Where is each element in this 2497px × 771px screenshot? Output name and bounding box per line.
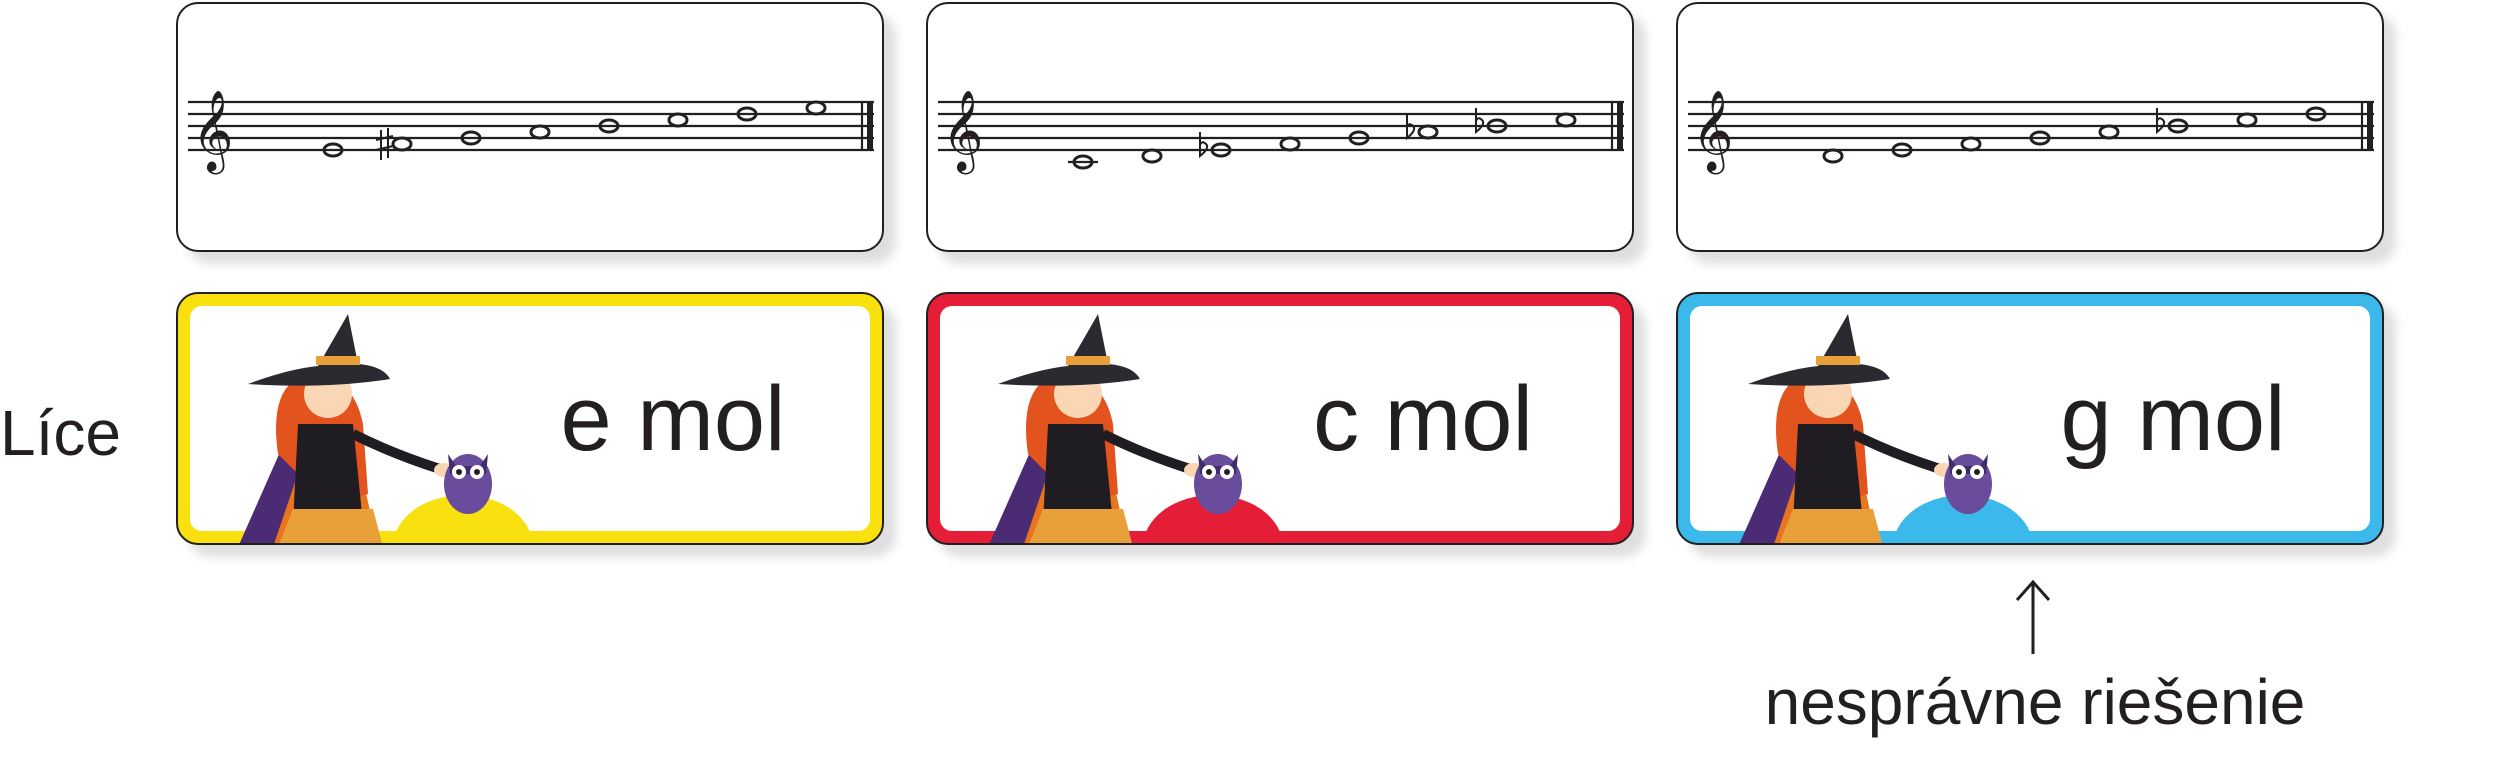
- key-card-g-mol[interactable]: g mol: [1676, 292, 2384, 545]
- key-name: e mol: [560, 368, 786, 470]
- key-name: g mol: [2060, 368, 2286, 470]
- music-staff: 𝄞: [938, 89, 1624, 174]
- staff-card-e-minor[interactable]: 𝄞: [176, 2, 884, 252]
- staff-card-g-minor[interactable]: 𝄞: [1676, 2, 2384, 252]
- key-card-e-mol[interactable]: e mol: [176, 292, 884, 545]
- staff-card-c-minor[interactable]: 𝄞: [926, 2, 1634, 252]
- key-name: c mol: [1313, 368, 1533, 470]
- flashcard-sheet: 𝄞 𝄞 𝄞 Líce e mol c mol g mol nesprávne r…: [0, 0, 2497, 771]
- treble-clef-icon: 𝄞: [942, 89, 983, 174]
- key-card-c-mol[interactable]: c mol: [926, 292, 1634, 545]
- annotation-text: nesprávne riešenie: [1764, 666, 2306, 738]
- music-staff: 𝄞: [1688, 89, 2374, 174]
- treble-clef-icon: 𝄞: [1692, 89, 1733, 174]
- side-label: Líce: [0, 397, 121, 469]
- music-staff: 𝄞: [188, 89, 874, 174]
- up-arrow-icon: [2015, 579, 2051, 654]
- treble-clef-icon: 𝄞: [192, 89, 233, 174]
